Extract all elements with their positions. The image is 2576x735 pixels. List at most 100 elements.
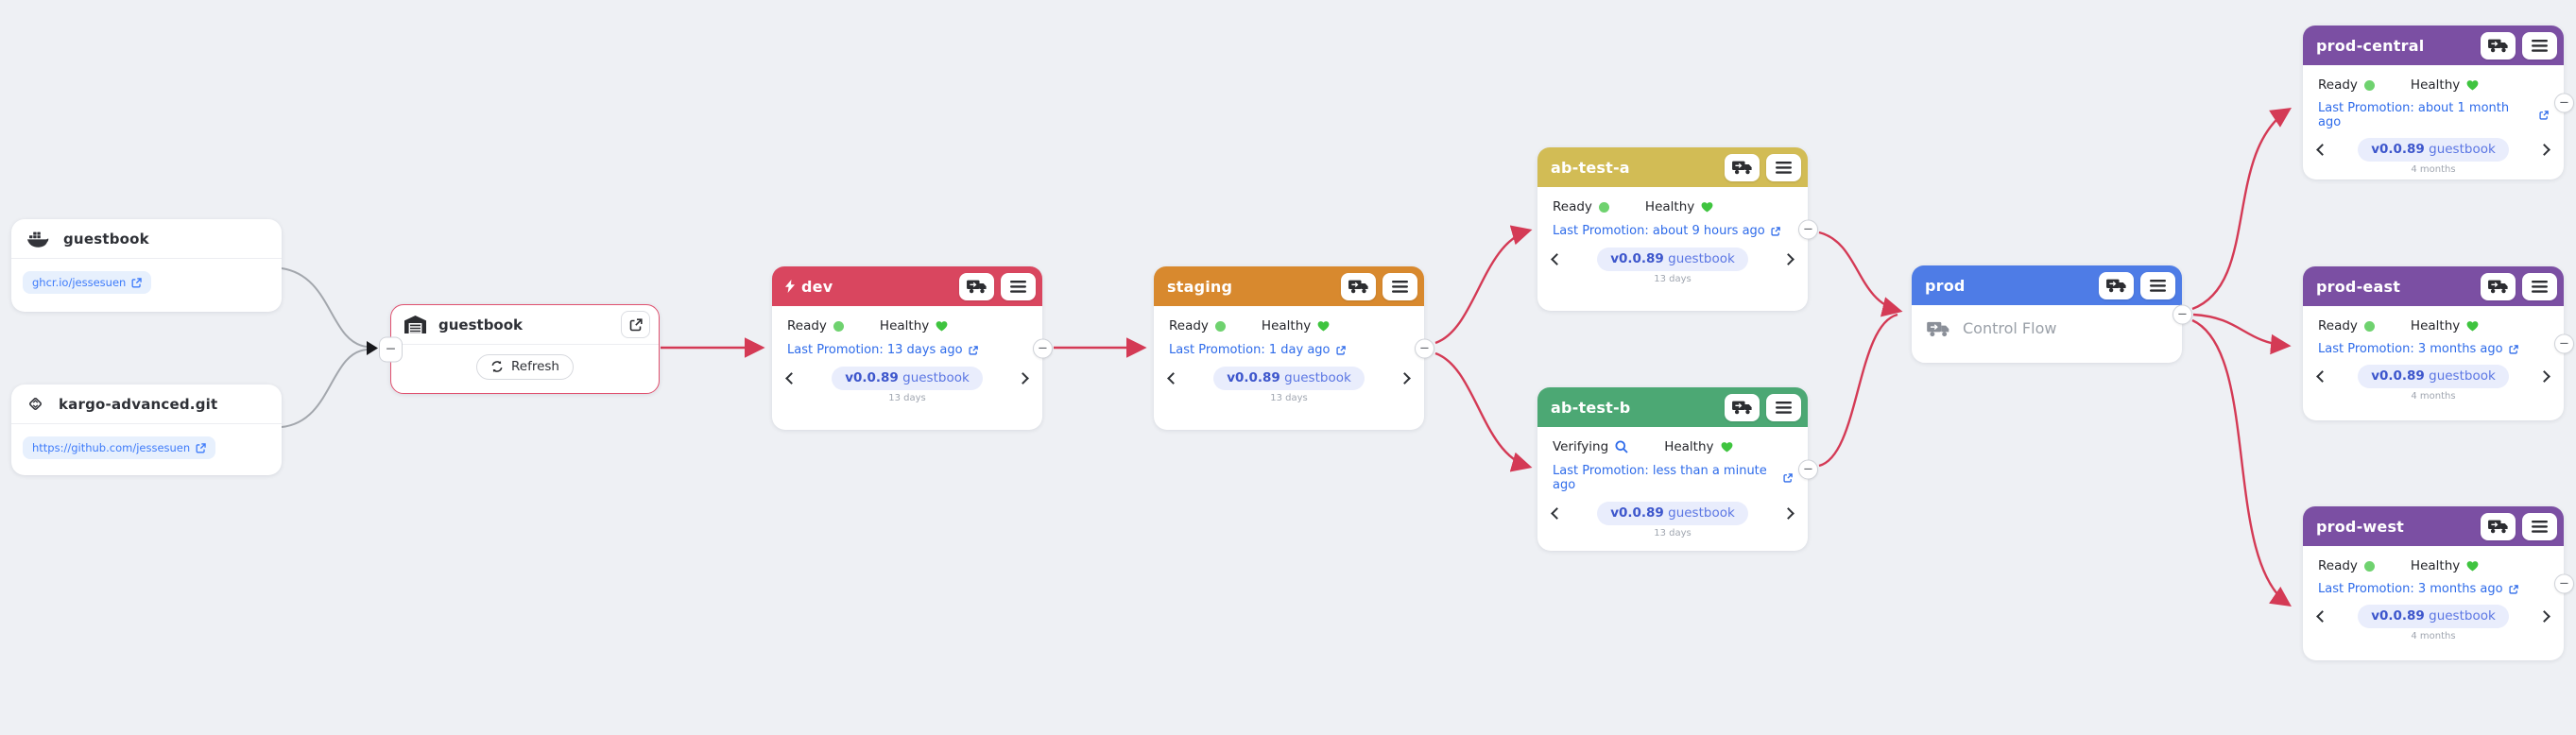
- freight-age: 13 days: [1654, 528, 1692, 538]
- stage-menu-button[interactable]: [2522, 513, 2557, 540]
- stage-title: ab-test-a: [1551, 159, 1718, 177]
- ready-dot-icon: [1599, 202, 1609, 213]
- stage-menu-button[interactable]: [1382, 273, 1417, 300]
- last-promotion-link[interactable]: Last Promotion: about 9 hours ago: [1553, 224, 1793, 238]
- stage-header[interactable]: ab-test-a: [1537, 147, 1808, 187]
- external-link-icon: [969, 346, 978, 355]
- warehouse-header: guestbook: [391, 305, 659, 344]
- stage-collapse-button[interactable]: −: [1415, 338, 1434, 358]
- refresh-button[interactable]: Refresh: [476, 354, 574, 380]
- freight-pill[interactable]: v0.0.89 guestbook: [1213, 367, 1365, 390]
- freight-timeline-button[interactable]: [2481, 32, 2516, 60]
- freight-pill[interactable]: v0.0.89 guestbook: [2358, 365, 2509, 388]
- freight-age: 13 days: [1654, 274, 1692, 284]
- freight-timeline-button[interactable]: [959, 273, 994, 300]
- freight-timeline-button[interactable]: [2481, 513, 2516, 540]
- stage-collapse-button[interactable]: −: [2554, 573, 2574, 593]
- last-promotion-link[interactable]: Last Promotion: less than a minute ago: [1553, 464, 1793, 492]
- divider: [11, 258, 282, 259]
- edge-warehouse-arrowhead: [367, 341, 378, 355]
- stage-header[interactable]: ab-test-b: [1537, 387, 1808, 427]
- edge-prod-west: [2192, 320, 2289, 605]
- stage-menu-button[interactable]: [1766, 394, 1801, 421]
- stage-title: staging: [1167, 278, 1334, 296]
- repo-card-kargo-advanced: kargo-advanced.git https://github.com/je…: [11, 385, 282, 475]
- stage-node-ab-test-a[interactable]: − ab-test-a Ready Healthy Last Promotion…: [1537, 147, 1808, 311]
- freight-next-button[interactable]: [2538, 144, 2550, 156]
- stage-menu-button[interactable]: [1766, 154, 1801, 181]
- warehouse-collapse-button[interactable]: −: [379, 336, 403, 362]
- stage-collapse-button[interactable]: −: [2554, 93, 2574, 112]
- healthy-heart-icon: [1721, 441, 1733, 453]
- ready-dot-icon: [833, 321, 844, 332]
- stage-node-prod-west[interactable]: − prod-west Ready Healthy Last Promotion…: [2303, 506, 2564, 660]
- warehouse-open-button[interactable]: [621, 311, 650, 338]
- external-link-icon: [131, 278, 142, 288]
- stage-header[interactable]: prod-east: [2303, 266, 2564, 306]
- phase-status: Ready: [787, 318, 844, 333]
- freight-pill[interactable]: v0.0.89 guestbook: [2358, 605, 2509, 628]
- divider: [391, 344, 659, 345]
- stage-collapse-button[interactable]: −: [2554, 333, 2574, 353]
- stage-node-prod-central[interactable]: − prod-central Ready Healthy Last Promot…: [2303, 26, 2564, 179]
- stage-collapse-button[interactable]: −: [1798, 459, 1818, 479]
- freight-next-button[interactable]: [1782, 507, 1795, 520]
- freight-next-button[interactable]: [2538, 610, 2550, 623]
- edge-prod-east: [2193, 315, 2288, 346]
- warehouse-node-guestbook[interactable]: − guestbook Refresh: [390, 304, 660, 394]
- freight-timeline-button[interactable]: [1341, 273, 1376, 300]
- stage-header[interactable]: prod: [1912, 265, 2182, 305]
- last-promotion-link[interactable]: Last Promotion: 13 days ago: [787, 343, 1027, 357]
- stage-collapse-button[interactable]: −: [1033, 338, 1053, 358]
- freight-next-button[interactable]: [1782, 253, 1795, 265]
- freight-timeline-button[interactable]: [1725, 154, 1760, 181]
- stage-node-dev[interactable]: − dev Ready Healthy Last Promotion: 13 d…: [772, 266, 1042, 430]
- health-status: Healthy: [1645, 199, 1713, 214]
- external-link-icon: [1336, 346, 1346, 355]
- repo-link-ghcr[interactable]: ghcr.io/jessesuen: [23, 271, 151, 294]
- freight-next-button[interactable]: [1017, 372, 1029, 385]
- freight-next-button[interactable]: [1399, 372, 1411, 385]
- freight-timeline-button[interactable]: [1725, 394, 1760, 421]
- stage-header[interactable]: prod-west: [2303, 506, 2564, 546]
- stage-menu-button[interactable]: [2522, 32, 2557, 60]
- healthy-heart-icon: [936, 320, 948, 332]
- stage-menu-button[interactable]: [1001, 273, 1036, 300]
- stage-header[interactable]: prod-central: [2303, 26, 2564, 65]
- stage-header[interactable]: staging: [1154, 266, 1424, 306]
- freight-pill[interactable]: v0.0.89 guestbook: [1597, 502, 1748, 525]
- last-promotion-link[interactable]: Last Promotion: about 1 month ago: [2318, 101, 2549, 129]
- warehouse-title: guestbook: [438, 316, 609, 333]
- healthy-heart-icon: [1317, 320, 1330, 332]
- stage-body: Ready Healthy Last Promotion: 1 day ago …: [1154, 306, 1424, 409]
- health-status: Healthy: [1262, 318, 1330, 333]
- last-promotion-link[interactable]: Last Promotion: 3 months ago: [2318, 582, 2549, 596]
- stage-collapse-button[interactable]: −: [1798, 219, 1818, 239]
- stage-node-staging[interactable]: − staging Ready Healthy Last Promotion: …: [1154, 266, 1424, 430]
- freight-pill[interactable]: v0.0.89 guestbook: [2358, 138, 2509, 162]
- repo-header: guestbook: [11, 219, 282, 258]
- ready-dot-icon: [2364, 321, 2375, 332]
- refresh-label: Refresh: [511, 359, 559, 374]
- stage-node-ab-test-b[interactable]: − ab-test-b Verifying Healthy Last Promo…: [1537, 387, 1808, 551]
- freight-pill[interactable]: v0.0.89 guestbook: [832, 367, 983, 390]
- freight-next-button[interactable]: [2538, 370, 2550, 383]
- freight-timeline-button[interactable]: [2099, 272, 2134, 299]
- stage-menu-button[interactable]: [2522, 273, 2557, 300]
- repo-link-github[interactable]: https://github.com/jessesuen: [23, 436, 215, 459]
- stage-title: prod-west: [2316, 518, 2474, 536]
- freight-pill[interactable]: v0.0.89 guestbook: [1597, 248, 1748, 271]
- last-promotion-link[interactable]: Last Promotion: 1 day ago: [1169, 343, 1409, 357]
- pipeline-canvas[interactable]: guestbook ghcr.io/jessesuen kargo-advanc…: [0, 0, 2576, 735]
- stage-header[interactable]: dev: [772, 266, 1042, 306]
- stage-node-prod-east[interactable]: − prod-east Ready Healthy Last Promotion…: [2303, 266, 2564, 420]
- ready-dot-icon: [1215, 321, 1226, 332]
- stage-title: ab-test-b: [1551, 399, 1718, 417]
- freight-timeline-button[interactable]: [2481, 273, 2516, 300]
- stage-menu-button[interactable]: [2140, 272, 2175, 299]
- stage-node-prod[interactable]: − prod Control Flow: [1912, 265, 2182, 363]
- last-promotion-link[interactable]: Last Promotion: 3 months ago: [2318, 342, 2549, 356]
- stage-collapse-button[interactable]: −: [2172, 304, 2192, 324]
- stage-body: Ready Healthy Last Promotion: about 1 mo…: [2303, 65, 2564, 180]
- refresh-icon: [490, 360, 504, 373]
